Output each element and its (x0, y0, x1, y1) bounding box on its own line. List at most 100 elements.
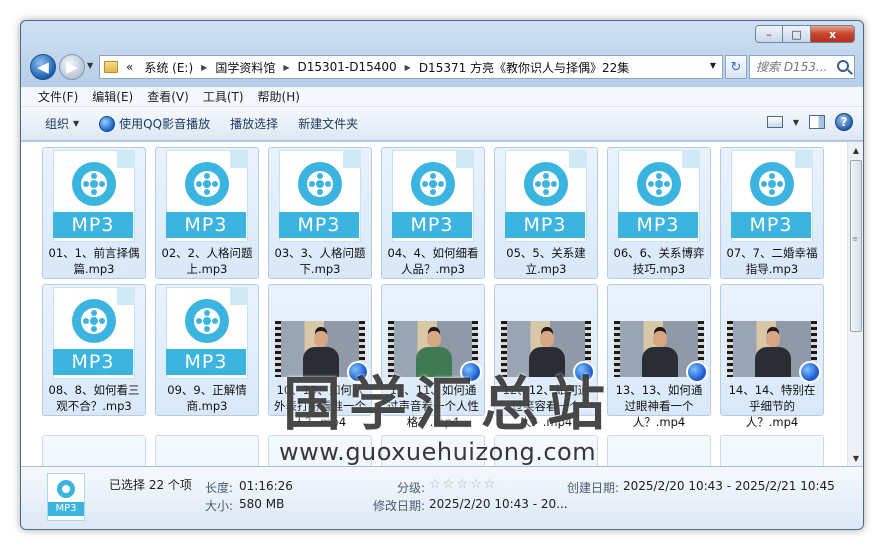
qq-player-badge-icon (799, 361, 821, 383)
explorer-window: – □ x ◀ ▶ ▼ « 系统 (E:) ▶ 国学资料馆 ▶ D15301-D… (20, 20, 864, 530)
video-file-tile[interactable]: 13、13、如何通过眼神看一个人？.mp4 (607, 284, 711, 429)
menu-file[interactable]: 文件(F) (31, 88, 85, 105)
navigation-bar: ◀ ▶ ▼ « 系统 (E:) ▶ 国学资料馆 ▶ D15301-D15400 … (21, 51, 863, 85)
page-fold-shape (682, 150, 700, 168)
rating-label: 分级: (397, 481, 426, 495)
menu-help[interactable]: 帮助(H) (251, 88, 307, 105)
detail-icon-label: MP3 (48, 502, 84, 516)
audio-file-tile[interactable]: MP3 07、7、二婚幸福指导.mp3 (720, 147, 824, 279)
created-date-label: 创建日期: (567, 481, 620, 495)
menu-tools[interactable]: 工具(T) (196, 88, 251, 105)
disc-icon (637, 162, 681, 206)
audio-file-tile[interactable]: MP3 05、5、关系建立.mp3 (494, 147, 598, 279)
file-name-label: 01、1、前言择偶篇.mp3 (48, 246, 140, 276)
vertical-scrollbar[interactable]: ▲ ≡ ▼ (847, 142, 863, 466)
film-strip-icon (614, 321, 620, 377)
breadcrumb-library[interactable]: 国学资料馆 (212, 59, 278, 76)
page-fold-shape (230, 150, 248, 168)
audio-file-tile[interactable]: MP3 06、6、关系博弈技巧.mp3 (607, 147, 711, 279)
search-input[interactable] (756, 60, 834, 74)
refresh-button[interactable]: ↻ (725, 55, 747, 79)
breadcrumb-separator-icon[interactable]: ▶ (201, 63, 207, 72)
audio-file-tile[interactable]: MP3 08、8、如何看三观不合？.mp3 (42, 284, 146, 416)
audio-file-tile[interactable]: MP3 03、3、人格问题下.mp3 (268, 147, 372, 279)
presenter-body-shape (755, 347, 791, 377)
film-strip-icon (275, 321, 281, 377)
menu-bar: 文件(F) 编辑(E) 查看(V) 工具(T) 帮助(H) (21, 87, 863, 107)
video-file-tile[interactable]: 14、14、特别在乎细节的人？.mp4 (720, 284, 824, 429)
length-label: 长度: (205, 481, 234, 495)
play-selection-button[interactable]: 播放选择 (220, 112, 288, 136)
disc-icon (524, 162, 568, 206)
page-fold-shape (456, 150, 474, 168)
breadcrumb-drive[interactable]: 系统 (E:) (141, 59, 196, 76)
breadcrumb-separator-icon[interactable]: ▶ (405, 63, 411, 72)
mp3-file-icon: MP3 (53, 150, 135, 242)
page-fold-shape (795, 150, 813, 168)
disc-icon (72, 162, 116, 206)
mp3-icon-label: MP3 (279, 212, 359, 238)
file-name-label: 07、7、二婚幸福指导.mp3 (726, 246, 818, 276)
file-tile-partial[interactable] (607, 435, 711, 466)
file-name-label: 09、9、正解情商.mp3 (167, 383, 247, 413)
rating-stars[interactable]: ☆☆☆☆☆ (429, 477, 497, 492)
mp3-icon-label: MP3 (618, 212, 698, 238)
file-list-area[interactable]: MP3 01、1、前言择偶篇.mp3 MP3 02、2、人格问题上.mp3 MP3 03、… (21, 142, 847, 466)
mp3-icon-label: MP3 (53, 349, 133, 375)
change-view-icon[interactable] (766, 116, 783, 128)
disc-icon (411, 162, 455, 206)
file-tile-partial[interactable] (155, 435, 259, 466)
breadcrumb-separator-icon[interactable]: ▶ (283, 63, 289, 72)
details-pane: MP3 已选择 22 个项 长度: 01:16:26 大小: 580 MB 分级… (21, 466, 863, 529)
file-tile-partial[interactable] (42, 435, 146, 466)
help-icon[interactable]: ? (835, 113, 853, 131)
address-dropdown[interactable]: ▼ (710, 61, 716, 70)
minimize-button[interactable]: – (755, 25, 783, 43)
mp3-file-icon: MP3 (731, 150, 813, 242)
size-value: 580 MB (239, 497, 285, 511)
breadcrumb-current-folder[interactable]: D15371 方亮《教你识人与择偶》22集 (416, 59, 633, 76)
mp3-file-icon: MP3 (505, 150, 587, 242)
disc-icon (750, 162, 794, 206)
breadcrumb-range[interactable]: D15301-D15400 (294, 60, 399, 74)
chevron-down-icon: ▼ (73, 119, 80, 128)
audio-file-tile[interactable]: MP3 04、4、如何细看人品？.mp3 (381, 147, 485, 279)
size-label: 大小: (205, 499, 234, 513)
disc-icon (185, 162, 229, 206)
modified-date-label: 修改日期: (373, 499, 426, 513)
audio-file-tile[interactable]: MP3 02、2、人格问题上.mp3 (155, 147, 259, 279)
maximize-button[interactable]: □ (783, 25, 811, 43)
scroll-down-button[interactable]: ▼ (848, 450, 863, 466)
audio-file-tile[interactable]: MP3 01、1、前言择偶篇.mp3 (42, 147, 146, 279)
play-with-qq-label: 使用QQ影音播放 (119, 117, 211, 131)
file-tile-partial[interactable] (720, 435, 824, 466)
scroll-thumb[interactable] (850, 160, 862, 332)
new-folder-button[interactable]: 新建文件夹 (288, 112, 368, 136)
presenter-body-shape (642, 347, 678, 377)
close-button[interactable]: x (811, 25, 855, 43)
forward-button[interactable]: ▶ (59, 54, 85, 80)
file-name-label: 03、3、人格问题下.mp3 (274, 246, 366, 276)
menu-view[interactable]: 查看(V) (140, 88, 196, 105)
mp3-file-icon: MP3 (166, 150, 248, 242)
page-fold-shape (230, 287, 248, 305)
organize-button[interactable]: 组织 ▼ (35, 112, 89, 136)
back-button[interactable]: ◀ (30, 54, 56, 80)
recent-pages-dropdown[interactable]: ▼ (87, 61, 93, 70)
view-dropdown-icon[interactable]: ▼ (793, 118, 799, 127)
play-with-qq-button[interactable]: 使用QQ影音播放 (89, 112, 220, 136)
disc-icon (57, 480, 75, 498)
menu-edit[interactable]: 编辑(E) (85, 88, 140, 105)
scroll-up-button[interactable]: ▲ (848, 142, 863, 158)
file-name-label: 05、5、关系建立.mp3 (506, 246, 586, 276)
breadcrumb-overflow[interactable]: « (123, 60, 136, 74)
address-bar[interactable]: « 系统 (E:) ▶ 国学资料馆 ▶ D15301-D15400 ▶ D153… (99, 55, 723, 79)
page-fold-shape (117, 287, 135, 305)
search-icon[interactable] (837, 60, 849, 72)
page-fold-shape (343, 150, 361, 168)
caption-buttons: – □ x (755, 25, 855, 43)
presenter-head-shape (314, 331, 328, 347)
search-box[interactable] (749, 55, 855, 79)
audio-file-tile[interactable]: MP3 09、9、正解情商.mp3 (155, 284, 259, 416)
preview-pane-icon[interactable] (809, 115, 825, 129)
